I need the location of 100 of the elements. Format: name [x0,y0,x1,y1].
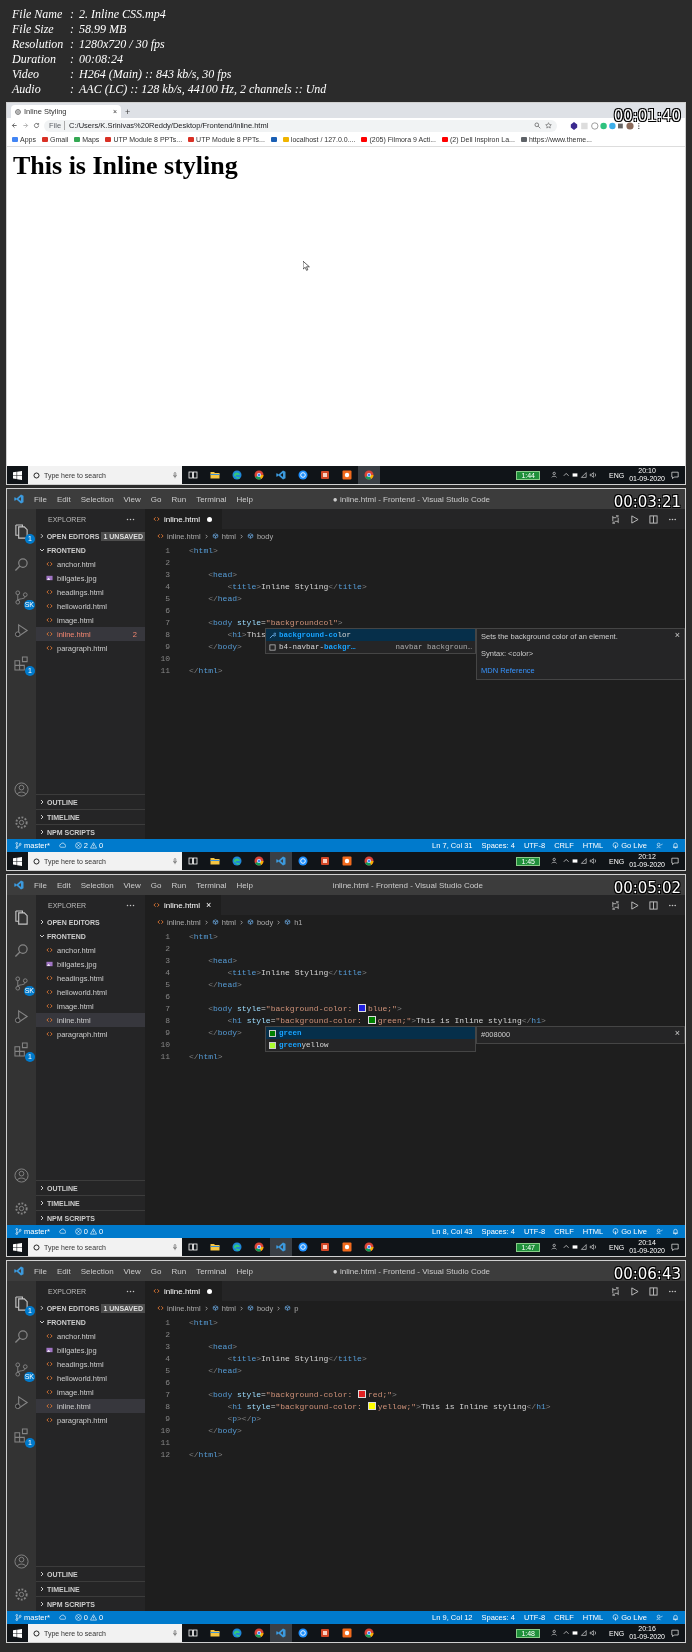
code-text: yellow;">This is Inline styling</h1> [377,1401,551,1411]
code-file-icon [46,947,53,953]
close-button[interactable]: × [674,1028,680,1038]
menu-item[interactable]: Selection [80,880,114,890]
menu-item[interactable]: Go [150,880,162,890]
menu-item[interactable]: File [34,880,47,890]
chevron-icon[interactable] [39,1601,45,1607]
editor-tab[interactable]: inline.html [145,509,222,529]
menu-item[interactable]: Go [150,1266,162,1276]
chevron-icon[interactable] [39,799,45,805]
menu-item[interactable]: Help [236,1266,253,1276]
windows-start-icon[interactable] [13,470,22,480]
code-text: green;">This is Inline styling</h1> [377,1015,546,1025]
bookmark-icon [361,137,368,142]
menu-item[interactable]: Terminal [196,880,227,890]
menu-item[interactable]: Selection [80,1266,114,1276]
code-editor-icon [276,1242,286,1252]
line-number: 3 [164,955,170,965]
chevron-icon[interactable] [39,1185,45,1191]
record-icon [342,470,352,480]
menu-item[interactable]: Edit [56,494,71,504]
menu-item[interactable]: Help [236,880,253,890]
close-button[interactable]: × [674,630,680,640]
menu-item[interactable]: Selection [80,494,114,504]
bell-icon[interactable] [672,842,679,849]
menu-item[interactable]: Go [150,494,162,504]
menu-item[interactable]: File [34,494,47,504]
menu-item[interactable]: File [34,1266,47,1276]
code-text: red;"> [368,1389,397,1399]
windows-start-icon[interactable] [13,1242,22,1252]
presentation-icon [320,470,330,480]
line-number: 7 [164,1389,170,1399]
chevron-icon[interactable] [39,933,45,939]
back-icon[interactable] [11,122,18,129]
menu-item[interactable]: Run [171,494,187,504]
split-editor-icon[interactable] [649,900,658,910]
compare-icon[interactable] [611,1286,620,1296]
notification-icon[interactable] [671,1629,679,1637]
line-number: 6 [164,605,170,615]
code-editor-icon [276,1628,286,1638]
folder-icon [210,1628,220,1638]
chevron-icon[interactable] [39,1305,45,1311]
editor-tab[interactable]: inline.html [145,1281,222,1301]
notification-icon[interactable] [671,471,679,479]
code-editor-icon [276,470,286,480]
code-file-icon [46,1017,53,1023]
compare-icon[interactable] [611,514,620,524]
task-view-icon [188,1628,198,1638]
code-file-icon [46,589,53,595]
reload-icon[interactable] [33,122,40,129]
menu-item[interactable]: View [123,1266,141,1276]
menu-item[interactable]: Terminal [196,494,227,504]
chevron-icon[interactable] [39,533,45,539]
chevron-icon[interactable] [39,1571,45,1577]
chevron-icon[interactable] [39,1215,45,1221]
chevron-icon[interactable] [39,829,45,835]
run-icon[interactable] [630,514,639,524]
notification-icon[interactable] [671,857,679,865]
windows-start-icon[interactable] [13,856,22,866]
chevron-icon[interactable] [39,919,45,925]
menu-item[interactable]: Edit [56,1266,71,1276]
run-icon[interactable] [630,1286,639,1296]
split-editor-icon[interactable] [649,514,658,524]
menu-item[interactable]: Terminal [196,1266,227,1276]
cube-icon [284,919,292,925]
menu-item[interactable]: Edit [56,880,71,890]
bell-icon[interactable] [672,1228,679,1235]
new-tab-button[interactable]: + [121,107,135,118]
chevron-icon[interactable] [39,814,45,820]
editor-tab[interactable]: inline.html × [145,895,222,915]
run-icon[interactable] [630,900,639,910]
code-file-icon [153,1288,160,1294]
menu-item[interactable]: Run [171,880,187,890]
chevron-icon[interactable] [39,1200,45,1206]
windows-start-icon[interactable] [13,1628,22,1638]
menu-item[interactable]: View [123,494,141,504]
chevron-icon[interactable] [39,547,45,553]
info-label: Audio [12,82,42,97]
chevron-icon[interactable] [39,1586,45,1592]
code-file-icon [46,603,53,609]
extensions-icon [14,1042,29,1057]
compare-icon[interactable] [611,900,620,910]
browser-icon [254,1628,264,1638]
line-number: 8 [164,629,170,639]
bell-icon[interactable] [672,1614,679,1621]
image-file-icon [46,1347,53,1353]
menu-item[interactable]: Run [171,1266,187,1276]
split-editor-icon[interactable] [649,1286,658,1296]
chevron-icon[interactable] [39,1319,45,1325]
taskbar-app-button[interactable] [358,466,380,484]
menu-item[interactable]: View [123,880,141,890]
bookmark[interactable] [270,137,277,142]
menu-item[interactable]: Help [236,494,253,504]
search-icon [14,1329,29,1344]
line-number: 7 [164,617,170,627]
run-debug-icon [14,1395,29,1410]
folder-icon [210,470,220,480]
star-icon[interactable] [545,122,552,129]
browser-icon [364,1242,374,1252]
notification-icon[interactable] [671,1243,679,1251]
